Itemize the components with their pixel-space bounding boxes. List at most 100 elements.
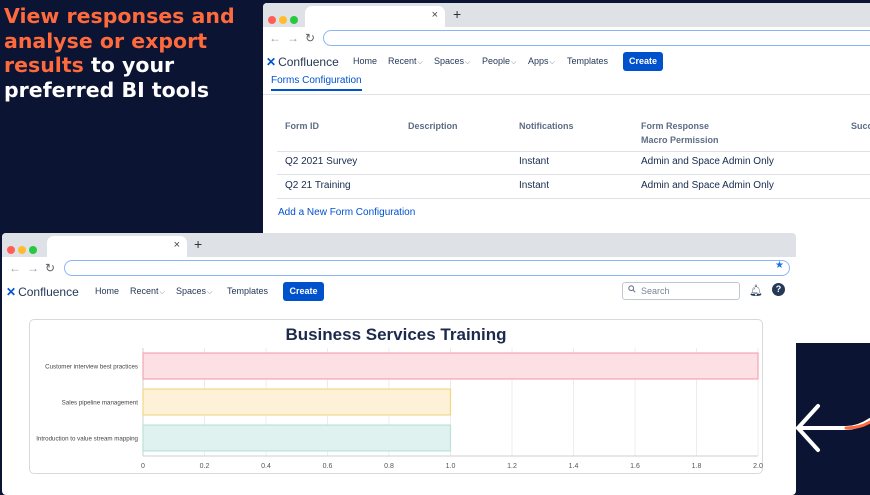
bookmark-star-icon[interactable]: ★ — [775, 260, 784, 271]
browser-toolbar: ← → ↻ ★ — [2, 257, 796, 279]
search-input[interactable]: Search — [622, 282, 740, 300]
close-tab-icon[interactable]: × — [432, 9, 438, 21]
x-tick-label: 0.4 — [261, 463, 271, 470]
promo-line-3-rest: to your — [83, 53, 175, 77]
nav-apps-label: Apps — [528, 56, 549, 66]
back-arrow-icon[interactable]: ← — [9, 261, 21, 275]
y-category-label: Sales pipeline management — [62, 400, 139, 407]
chevron-down-icon: ⌵ — [159, 289, 165, 296]
help-icon[interactable]: ? — [772, 283, 785, 296]
chevron-down-icon: ⌵ — [549, 59, 555, 66]
x-tick-label: 1.0 — [446, 463, 456, 470]
confluence-logo-icon: ✕ — [6, 285, 17, 299]
back-arrow-icon[interactable]: ← — [269, 31, 281, 45]
chart-bar — [142, 424, 452, 452]
forward-arrow-icon[interactable]: → — [27, 261, 39, 275]
x-tick-label: 1.4 — [569, 463, 579, 470]
nav-templates[interactable]: Templates — [227, 286, 268, 296]
browser-tab[interactable]: × — [305, 6, 445, 27]
close-window-button[interactable] — [268, 16, 276, 24]
confluence-logo[interactable]: ✕ Confluence — [266, 55, 339, 69]
table-divider — [277, 174, 870, 175]
create-button[interactable]: Create — [623, 52, 663, 71]
notifications-icon[interactable]: 🔔︎ — [749, 284, 763, 297]
col-header-form-response: Form Response Macro Permission — [641, 119, 719, 147]
address-bar[interactable] — [323, 30, 870, 46]
x-tick-label: 0 — [141, 463, 145, 470]
x-tick-label: 0.6 — [323, 463, 333, 470]
nav-recent[interactable]: Recent⌵ — [130, 286, 165, 297]
chevron-down-icon: ⌵ — [465, 59, 471, 66]
confluence-header: ✕ Confluence Home Recent⌵ Spaces⌵ Templat… — [2, 279, 796, 305]
table-cell-form-id[interactable]: Q2 2021 Survey — [285, 156, 357, 167]
confluence-header: ✕ Confluence Home Recent⌵ Spaces⌵ People⌵… — [263, 49, 870, 75]
promo-line-2: analyse or export — [4, 28, 208, 53]
bar-chart: 0 0.2 0.4 0.6 0.8 1.0 1.2 1.4 1.6 1.8 2.0 Customer … — [36, 348, 763, 470]
table-cell-notifications: Instant — [519, 156, 550, 167]
tab-strip: × + — [2, 233, 796, 257]
forward-arrow-icon[interactable]: → — [287, 31, 299, 45]
col-header-form-id: Form ID — [285, 121, 320, 131]
browser-window-chart: × + ← → ↻ ★ ✕ Confluence Home Recent⌵ Spa… — [2, 233, 796, 495]
tab-divider — [263, 94, 870, 95]
nav-apps[interactable]: Apps⌵ — [528, 56, 555, 67]
nav-spaces[interactable]: Spaces⌵ — [176, 286, 212, 297]
x-tick-label: 2.0 — [753, 463, 763, 470]
maximize-window-button[interactable] — [29, 246, 37, 254]
promo-line-1: View responses and — [4, 4, 235, 28]
promo-line-3: results to your — [4, 53, 254, 78]
nav-spaces[interactable]: Spaces⌵ — [434, 56, 470, 67]
nav-templates[interactable]: Templates — [567, 56, 608, 66]
table-divider — [277, 198, 870, 199]
confluence-logo[interactable]: ✕ Confluence — [6, 285, 79, 299]
col-header-notifications: Notifications — [519, 121, 574, 131]
reload-icon[interactable]: ↻ — [305, 31, 315, 45]
new-tab-button[interactable]: + — [194, 236, 202, 252]
chevron-down-icon: ⌵ — [417, 59, 423, 66]
y-category-label: Customer interview best practices — [45, 364, 138, 371]
nav-recent[interactable]: Recent⌵ — [388, 56, 423, 67]
nav-recent-label: Recent — [130, 286, 159, 296]
confluence-logo-text: Confluence — [18, 285, 79, 299]
nav-people-label: People — [482, 56, 511, 66]
promo-line-3-highlight: results — [4, 53, 84, 77]
arrow-left-icon — [796, 404, 870, 452]
search-placeholder: Search — [641, 286, 670, 296]
x-tick-label: 1.8 — [692, 463, 702, 470]
address-bar[interactable]: ★ — [64, 260, 790, 276]
chevron-down-icon: ⌵ — [207, 289, 213, 296]
maximize-window-button[interactable] — [290, 16, 298, 24]
add-form-configuration-link[interactable]: Add a New Form Configuration — [278, 207, 415, 218]
minimize-window-button[interactable] — [279, 16, 287, 24]
nav-home[interactable]: Home — [353, 56, 377, 66]
close-window-button[interactable] — [7, 246, 15, 254]
close-tab-icon[interactable]: × — [174, 239, 180, 251]
tab-strip: × + — [263, 3, 870, 27]
tab-forms-configuration[interactable]: Forms Configuration — [271, 75, 362, 91]
col-header-success: Succ — [851, 121, 870, 131]
y-category-label: Introduction to value stream mapping — [36, 436, 138, 443]
confluence-logo-icon: ✕ — [266, 55, 277, 69]
col-header-form-response-line1: Form Response — [641, 121, 710, 131]
nav-people[interactable]: People⌵ — [482, 56, 516, 67]
browser-toolbar: ← → ↻ — [263, 27, 870, 49]
nav-spaces-label: Spaces — [176, 286, 207, 296]
chart-card: Business Services Training 0 0.2 0.4 0.6 0.8… — [29, 319, 763, 474]
chart-bar — [142, 388, 452, 416]
table-cell-permission: Admin and Space Admin Only — [641, 156, 774, 167]
table-cell-form-id[interactable]: Q2 21 Training — [285, 180, 351, 191]
nav-home[interactable]: Home — [95, 286, 119, 296]
x-tick-label: 0.8 — [384, 463, 394, 470]
table-divider — [277, 151, 870, 152]
table-cell-notifications: Instant — [519, 180, 550, 191]
new-tab-button[interactable]: + — [453, 6, 461, 22]
minimize-window-button[interactable] — [18, 246, 26, 254]
reload-icon[interactable]: ↻ — [45, 261, 55, 275]
chart-bar — [142, 352, 759, 380]
browser-tab[interactable]: × — [47, 236, 187, 257]
promo-headline: View responses and analyse or export res… — [4, 4, 254, 102]
x-tick-label: 1.2 — [507, 463, 517, 470]
col-header-description: Description — [408, 121, 458, 131]
create-button[interactable]: Create — [283, 282, 324, 301]
search-icon — [628, 285, 636, 293]
